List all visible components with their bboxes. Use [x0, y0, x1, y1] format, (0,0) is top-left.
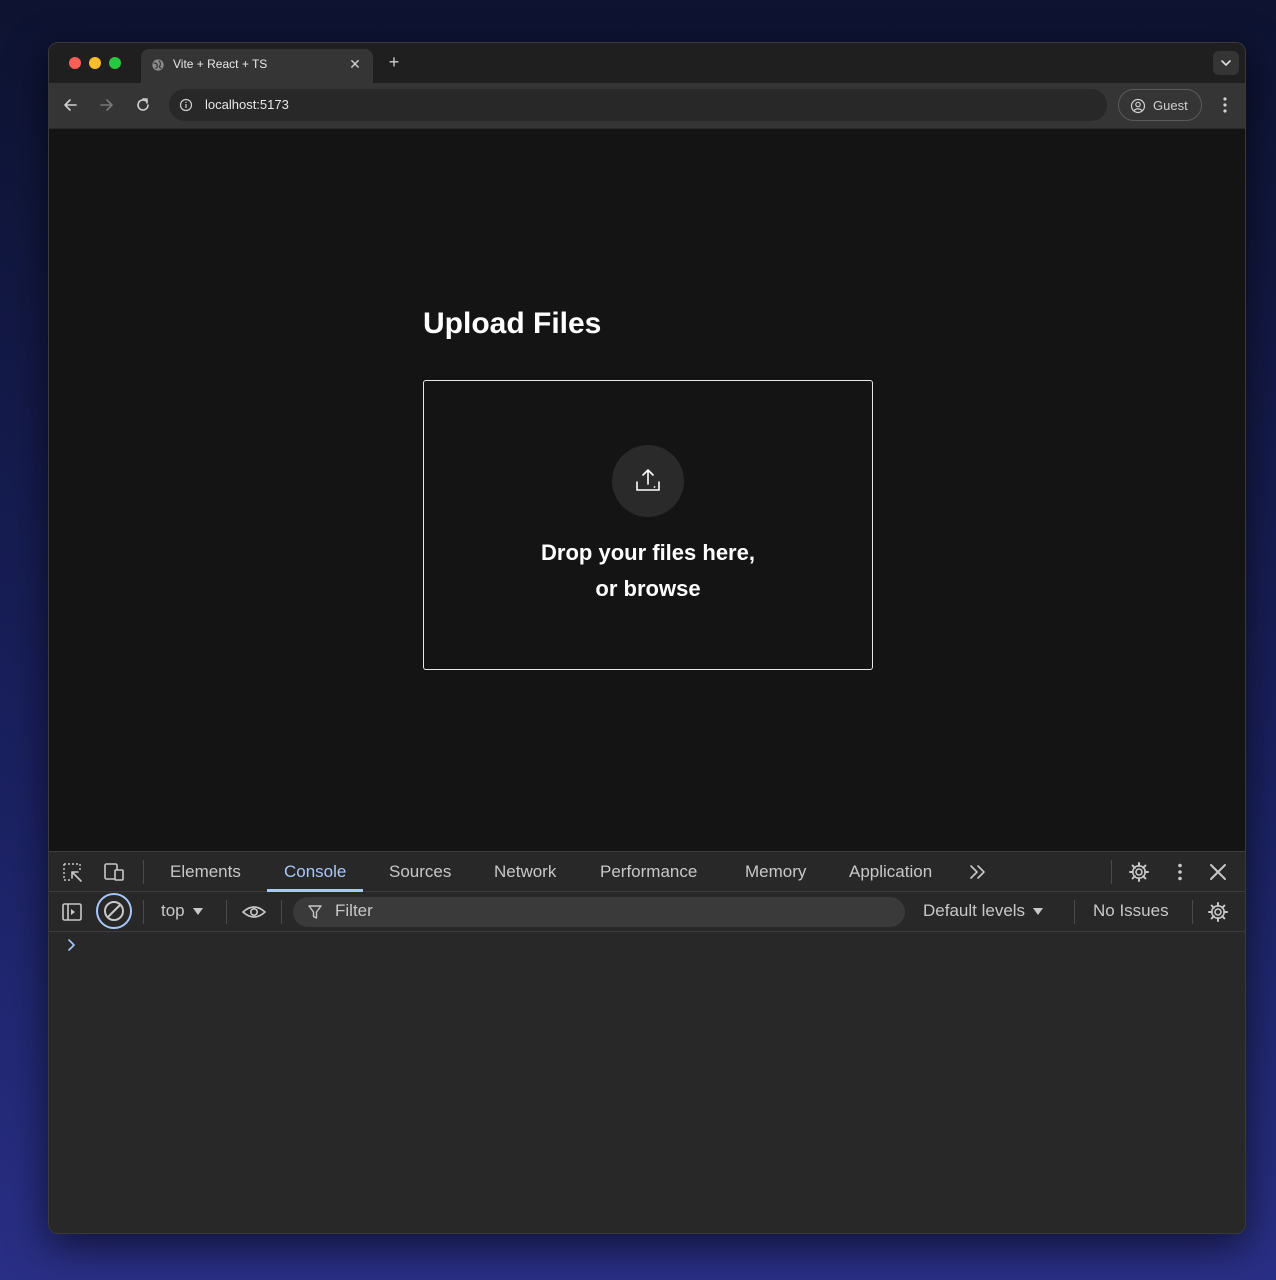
profile-button[interactable]: Guest: [1118, 89, 1202, 121]
log-levels-dropdown[interactable]: Default levels: [923, 901, 1044, 921]
globe-icon: [152, 59, 164, 71]
dropzone-line-1: Drop your files here,: [541, 540, 755, 565]
browser-toolbar: localhost:5173 Guest: [49, 83, 1245, 129]
tab-network[interactable]: Network: [494, 852, 556, 891]
divider: [143, 900, 144, 924]
sidebar-toggle-icon[interactable]: [61, 901, 83, 923]
filter-placeholder: Filter: [335, 901, 373, 920]
caret-down-icon: [192, 908, 203, 916]
forward-arrow-icon[interactable]: [95, 94, 117, 116]
info-icon[interactable]: [179, 98, 193, 112]
tab-application[interactable]: Application: [849, 852, 932, 891]
console-toolbar: top Filter Default levels No Issues: [49, 892, 1245, 932]
file-dropzone[interactable]: Drop your files here, or browse: [423, 380, 873, 670]
url-text[interactable]: localhost:5173: [205, 97, 289, 112]
user-icon: [1130, 98, 1146, 114]
minimize-window-button[interactable]: [89, 57, 101, 69]
console-prompt-icon[interactable]: [65, 938, 79, 952]
caret-down-icon: [1033, 908, 1044, 916]
close-window-button[interactable]: [69, 57, 81, 69]
console-filter-input[interactable]: Filter: [293, 897, 905, 927]
tab-close-icon[interactable]: ✕: [347, 55, 363, 73]
tab-search-button[interactable]: [1213, 51, 1239, 75]
upload-icon-circle: [612, 445, 684, 517]
close-devtools-icon[interactable]: [1207, 861, 1229, 883]
chevron-down-icon: [1221, 60, 1231, 67]
tab-strip: Vite + React + TS ✕ +: [49, 43, 1245, 83]
issues-counter[interactable]: No Issues: [1093, 901, 1169, 921]
page-title: Upload Files: [423, 307, 602, 340]
settings-gear-icon[interactable]: [1128, 861, 1150, 883]
inspect-element-icon[interactable]: [61, 861, 83, 883]
browse-link[interactable]: or browse: [424, 571, 872, 607]
upload-icon: [636, 469, 660, 491]
page-viewport: Upload Files Drop your files here, or br…: [49, 129, 1245, 851]
divider: [281, 900, 282, 924]
devtools-tab-bar: Elements Console Sources Network Perform…: [49, 852, 1245, 892]
browser-menu-icon[interactable]: [1215, 94, 1235, 116]
device-toolbar-icon[interactable]: [103, 861, 125, 883]
divider: [1074, 900, 1075, 924]
tab-performance[interactable]: Performance: [600, 852, 697, 891]
console-settings-icon[interactable]: [1207, 901, 1229, 923]
divider: [143, 860, 144, 884]
maximize-window-button[interactable]: [109, 57, 121, 69]
context-selector[interactable]: top: [161, 901, 203, 921]
more-tabs-icon[interactable]: [967, 861, 989, 883]
back-arrow-icon[interactable]: [60, 94, 82, 116]
new-tab-button[interactable]: +: [383, 51, 405, 73]
block-icon: [104, 901, 124, 921]
tab-elements[interactable]: Elements: [170, 852, 241, 891]
eye-icon[interactable]: [241, 901, 267, 923]
reload-icon[interactable]: [132, 94, 154, 116]
tab-console[interactable]: Console: [267, 852, 364, 892]
divider: [1111, 860, 1112, 884]
clear-console-button[interactable]: [96, 893, 132, 929]
browser-tab[interactable]: Vite + React + TS ✕: [141, 49, 373, 83]
tab-title: Vite + React + TS: [173, 57, 268, 71]
devtools-panel: Elements Console Sources Network Perform…: [49, 851, 1245, 1233]
filter-icon: [308, 905, 322, 919]
browser-window: Vite + React + TS ✕ + localhost:5173 Gue…: [48, 42, 1246, 1234]
tab-memory[interactable]: Memory: [745, 852, 806, 891]
log-levels-label: Default levels: [923, 901, 1026, 920]
dropzone-text: Drop your files here, or browse: [424, 535, 872, 607]
customize-menu-icon[interactable]: [1169, 861, 1191, 883]
divider: [226, 900, 227, 924]
context-label: top: [161, 901, 185, 920]
address-bar[interactable]: localhost:5173: [169, 89, 1107, 121]
profile-label: Guest: [1153, 98, 1188, 113]
divider: [1192, 900, 1193, 924]
tab-sources[interactable]: Sources: [389, 852, 451, 891]
